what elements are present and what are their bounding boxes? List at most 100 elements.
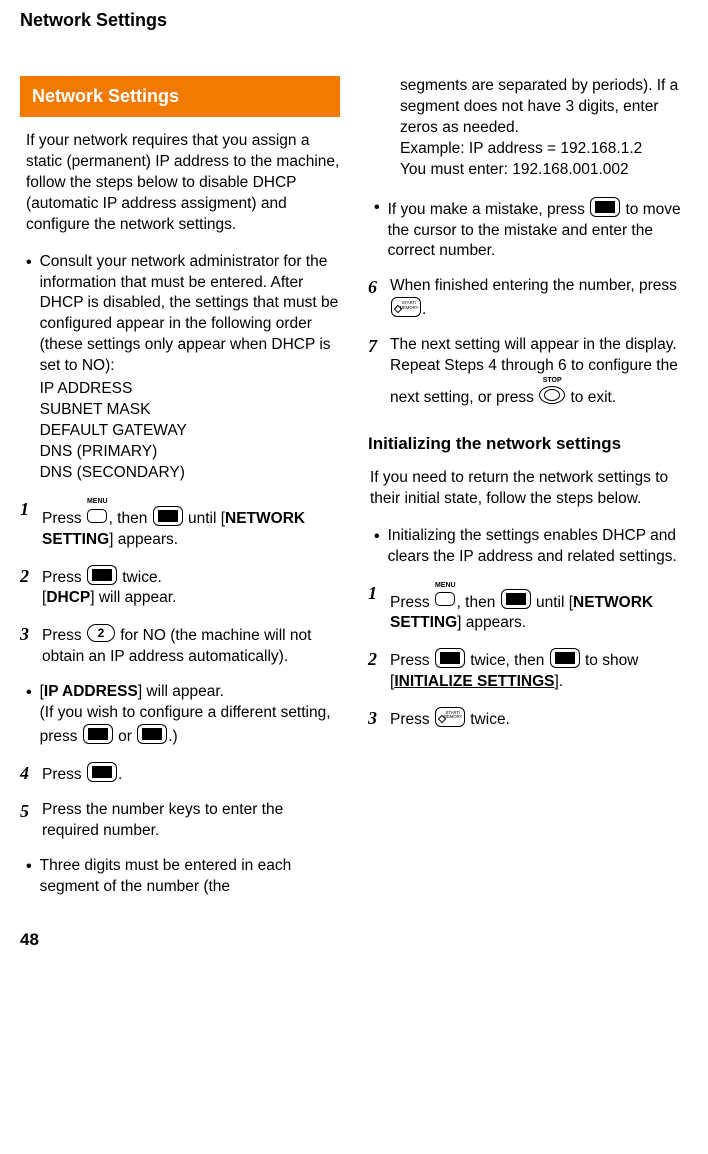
text: . [118, 766, 122, 783]
text: until [ [532, 593, 573, 610]
nav-left-key-icon [590, 197, 620, 218]
step-5: 5 Press the number keys to enter the req… [20, 800, 340, 842]
bullet-icon: • [374, 526, 380, 568]
step-body: Press twice, then to show [INITIALIZE SE… [390, 648, 688, 693]
stop-label: STOP [539, 377, 565, 384]
text: , then [109, 510, 152, 527]
text: Press [42, 627, 86, 644]
bullet-body: Initializing the settings enables DHCP a… [388, 526, 688, 568]
left-column: Network Settings If your network require… [20, 76, 340, 912]
text: to exit. [566, 389, 616, 406]
text: . [422, 301, 426, 318]
list-item: DEFAULT GATEWAY [40, 421, 340, 442]
bullet-icon: • [26, 252, 32, 484]
text: ] appears. [109, 531, 178, 548]
nav-right-key-icon [501, 589, 531, 610]
text: Example: IP address = 192.168.1.2 [400, 140, 642, 157]
two-column-layout: Network Settings If your network require… [20, 76, 688, 912]
step-4: 4 Press . [20, 762, 340, 786]
text: ] will appear. [90, 589, 176, 606]
stop-key-icon: STOP [539, 377, 565, 406]
text: segments are separated by periods). If a… [400, 77, 678, 136]
text: ] will appear. [138, 683, 224, 700]
text: The next setting will appear in the disp… [390, 336, 678, 406]
init-step-1: 1 Press MENU, then until [NETWORK SETTIN… [368, 582, 688, 635]
right-column: segments are separated by periods). If a… [368, 76, 688, 912]
text: If you make a mistake, press [388, 201, 590, 218]
init-intro: If you need to return the network settin… [370, 468, 688, 510]
text: You must enter: 192.168.001.002 [400, 161, 629, 178]
menu-label: MENU [435, 582, 456, 589]
bullet-mistake: • If you make a mistake, press to move t… [374, 197, 688, 263]
bullet-body: Consult your network administrator for t… [40, 252, 340, 484]
step-body: Press MENU, then until [NETWORK SETTING]… [390, 582, 688, 635]
step-body: Press . [42, 762, 340, 786]
step-body: Press twice. [DHCP] will appear. [42, 565, 340, 610]
page: Network Settings Network Settings If you… [0, 0, 708, 968]
text: twice, then [466, 652, 549, 669]
start-key-icon: START/MEMORY [435, 707, 465, 728]
bullet-icon: • [26, 682, 32, 748]
text: until [ [184, 510, 225, 527]
bullet-init-enables: • Initializing the settings enables DHCP… [374, 526, 688, 568]
list-item: IP ADDRESS [40, 379, 340, 400]
text: , then [457, 593, 500, 610]
numpad-2-key-icon: 2 [87, 623, 115, 644]
text: Press [42, 766, 86, 783]
text: Press [390, 593, 434, 610]
text: twice. [466, 711, 510, 728]
text: Press [42, 510, 86, 527]
step-number: 3 [368, 707, 390, 731]
text: When finished entering the number, press [390, 277, 677, 294]
bullet-body: [IP ADDRESS] will appear. (If you wish t… [40, 682, 340, 748]
bullet-body: If you make a mistake, press to move the… [388, 197, 688, 263]
menu-key-icon: MENU [87, 498, 108, 527]
step-number: 2 [368, 648, 390, 693]
bullet-text: Consult your network administrator for t… [40, 253, 339, 375]
list-item: DNS (PRIMARY) [40, 442, 340, 463]
init-step-2: 2 Press twice, then to show [INITIALIZE … [368, 648, 688, 693]
list-item: SUBNET MASK [40, 400, 340, 421]
bullet-consult: • Consult your network administrator for… [26, 252, 340, 484]
bullet-ip-address: • [IP ADDRESS] will appear. (If you wish… [26, 682, 340, 748]
step-body: When finished entering the number, press… [390, 276, 688, 321]
menu-key-icon: MENU [435, 582, 456, 611]
bullet-icon: • [374, 197, 380, 263]
nav-down-key-icon [137, 724, 167, 745]
subsection-title: Initializing the network settings [368, 433, 688, 456]
text: or [114, 728, 136, 745]
page-number: 48 [20, 930, 688, 950]
step-number: 1 [368, 582, 390, 635]
term-initialize-settings: INITIALIZE SETTINGS [394, 673, 554, 690]
bullet-body: Three digits must be entered in each seg… [40, 856, 340, 898]
nav-right-key-icon [153, 506, 183, 527]
menu-label: MENU [87, 498, 108, 505]
step-7: 7 The next setting will appear in the di… [368, 335, 688, 409]
text: ]. [554, 673, 563, 690]
intro-paragraph: If your network requires that you assign… [26, 131, 340, 236]
step-body: Press the number keys to enter the requi… [42, 800, 340, 842]
step-number: 2 [20, 565, 42, 610]
continued-text: segments are separated by periods). If a… [400, 76, 688, 181]
step-number: 5 [20, 800, 42, 842]
step-number: 3 [20, 623, 42, 668]
nav-down-key-icon [550, 648, 580, 669]
start-key-icon: START/MEMORY [391, 297, 421, 318]
step-body: Press START/MEMORY twice. [390, 707, 688, 731]
bullet-three-digits: • Three digits must be entered in each s… [26, 856, 340, 898]
text: ] appears. [457, 614, 526, 631]
step-body: Press 2 for NO (the machine will not obt… [42, 623, 340, 668]
nav-right-key-icon [435, 648, 465, 669]
step-number: 1 [20, 498, 42, 551]
step-3: 3 Press 2 for NO (the machine will not o… [20, 623, 340, 668]
step-1: 1 Press MENU, then until [NETWORK SETTIN… [20, 498, 340, 551]
step-number: 4 [20, 762, 42, 786]
term-dhcp: DHCP [46, 589, 90, 606]
settings-list: IP ADDRESS SUBNET MASK DEFAULT GATEWAY D… [40, 379, 340, 484]
text: Press [390, 711, 434, 728]
step-6: 6 When finished entering the number, pre… [368, 276, 688, 321]
section-title: Network Settings [20, 76, 340, 117]
nav-up-key-icon [83, 724, 113, 745]
step-number: 6 [368, 276, 390, 321]
text: twice. [118, 569, 162, 586]
